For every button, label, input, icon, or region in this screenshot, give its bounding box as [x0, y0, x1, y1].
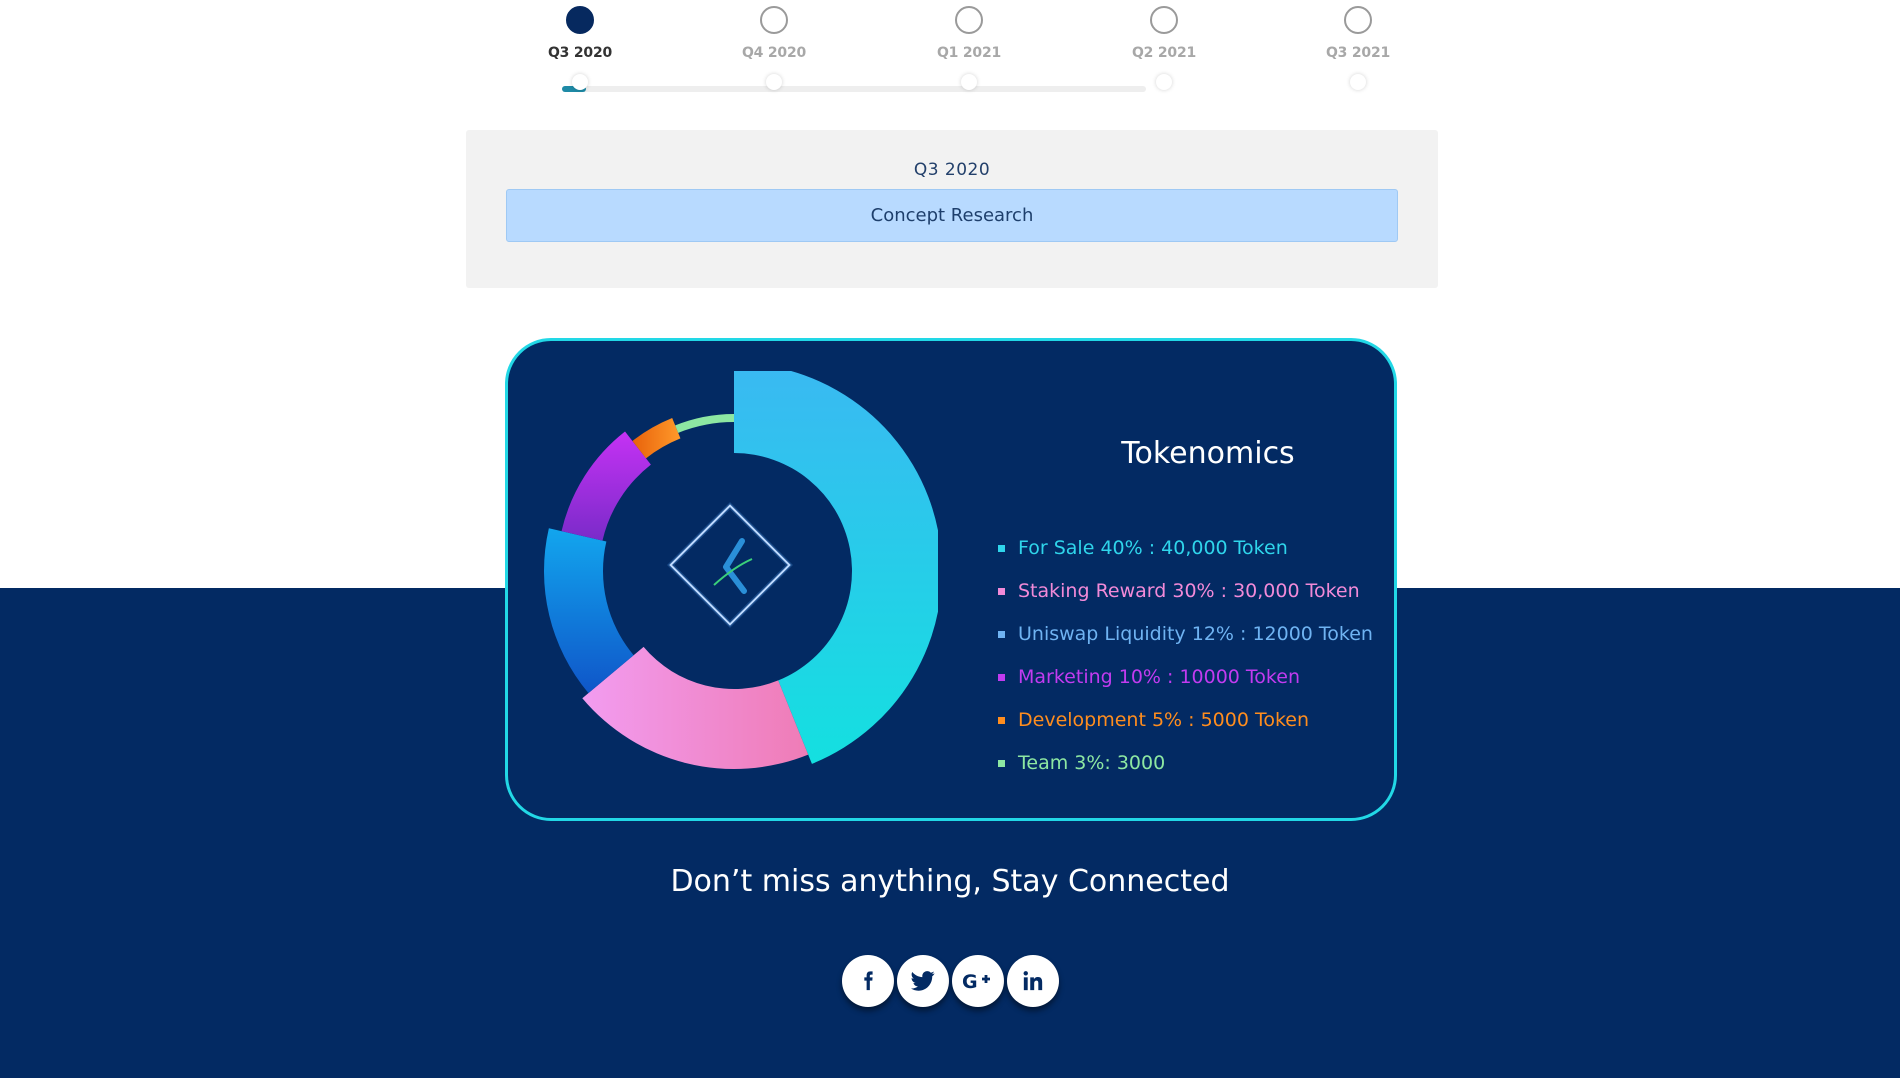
timeline-step-label: Q4 2020 [741, 45, 807, 61]
timeline-track-dot [1156, 74, 1172, 90]
timeline-track-dot [572, 74, 588, 90]
timeline-step-circle [566, 6, 594, 34]
timeline-step-q1-2021[interactable]: Q1 2021 [909, 0, 1029, 100]
timeline-track [562, 86, 1146, 92]
timeline-step-q3-2021[interactable]: Q3 2021 [1298, 0, 1418, 100]
timeline-step-circle [955, 6, 983, 34]
facebook-icon [864, 971, 873, 991]
linkedin-icon [1023, 971, 1043, 991]
timeline-step-q3-2020[interactable]: Q3 2020 [520, 0, 640, 100]
tokenomics-legend: For Sale 40% : 40,000 Token Staking Rewa… [998, 536, 1373, 794]
timeline-step-q2-2021[interactable]: Q2 2021 [1104, 0, 1224, 100]
facebook-button[interactable] [842, 955, 894, 1007]
timeline-step-label: Q3 2021 [1325, 45, 1391, 61]
donut-segment-team [675, 414, 734, 433]
legend-item-team: Team 3%: 3000 [998, 751, 1373, 794]
legend-item-staking-reward: Staking Reward 30% : 30,000 Token [998, 579, 1373, 622]
stay-connected-heading: Don’t miss anything, Stay Connected [670, 864, 1230, 899]
linkedin-button[interactable] [1007, 955, 1059, 1007]
legend-text: Team 3%: 3000 [1018, 752, 1166, 774]
timeline-step-circle [760, 6, 788, 34]
legend-text: Marketing 10% : 10000 Token [1018, 666, 1300, 688]
social-links: G [842, 955, 1062, 1007]
timeline-step-circle [1344, 6, 1372, 34]
legend-item-marketing: Marketing 10% : 10000 Token [998, 665, 1373, 708]
timeline-track-dot [1350, 74, 1366, 90]
legend-marker [998, 717, 1005, 724]
legend-item-for-sale: For Sale 40% : 40,000 Token [998, 536, 1373, 579]
legend-text: Development 5% : 5000 Token [1018, 709, 1310, 731]
roadmap-stage-panel: Q3 2020 Concept Research [466, 130, 1438, 288]
legend-marker [998, 760, 1005, 767]
donut-segment-marketing [561, 431, 651, 541]
stage-title: Q3 2020 [913, 160, 991, 180]
legend-item-development: Development 5% : 5000 Token [998, 708, 1373, 751]
legend-item-uniswap-liquidity: Uniswap Liquidity 12% : 12000 Token [998, 622, 1373, 665]
tokenomics-title: Tokenomics [1121, 436, 1295, 471]
legend-text: Uniswap Liquidity 12% : 12000 Token [1018, 623, 1373, 645]
timeline-track-dot [961, 74, 977, 90]
legend-marker [998, 588, 1005, 595]
timeline-track-dot [766, 74, 782, 90]
twitter-button[interactable] [897, 955, 949, 1007]
legend-marker [998, 674, 1005, 681]
svg-text:G: G [962, 971, 978, 992]
google-plus-icon: G [962, 971, 990, 992]
legend-text: Staking Reward 30% : 30,000 Token [1018, 580, 1360, 602]
tokenomics-card: Tokenomics For Sale 40% : 40,000 Token S… [505, 338, 1397, 821]
legend-marker [998, 545, 1005, 552]
google-plus-button[interactable]: G [952, 955, 1004, 1007]
timeline-step-circle [1150, 6, 1178, 34]
timeline-step-label: Q3 2020 [547, 45, 613, 61]
timeline-step-label: Q2 2021 [1131, 45, 1197, 61]
tokenomics-donut-chart [544, 371, 938, 769]
legend-marker [998, 631, 1005, 638]
twitter-icon [911, 971, 935, 991]
k-diamond-logo-icon [667, 502, 793, 628]
legend-text: For Sale 40% : 40,000 Token [1018, 537, 1288, 559]
timeline-step-label: Q1 2021 [936, 45, 1002, 61]
timeline-step-q4-2020[interactable]: Q4 2020 [714, 0, 834, 100]
roadmap-timeline: Q3 2020 Q4 2020 Q1 2021 Q2 2021 Q3 2021 [520, 0, 1390, 100]
stage-item: Concept Research [506, 189, 1398, 242]
